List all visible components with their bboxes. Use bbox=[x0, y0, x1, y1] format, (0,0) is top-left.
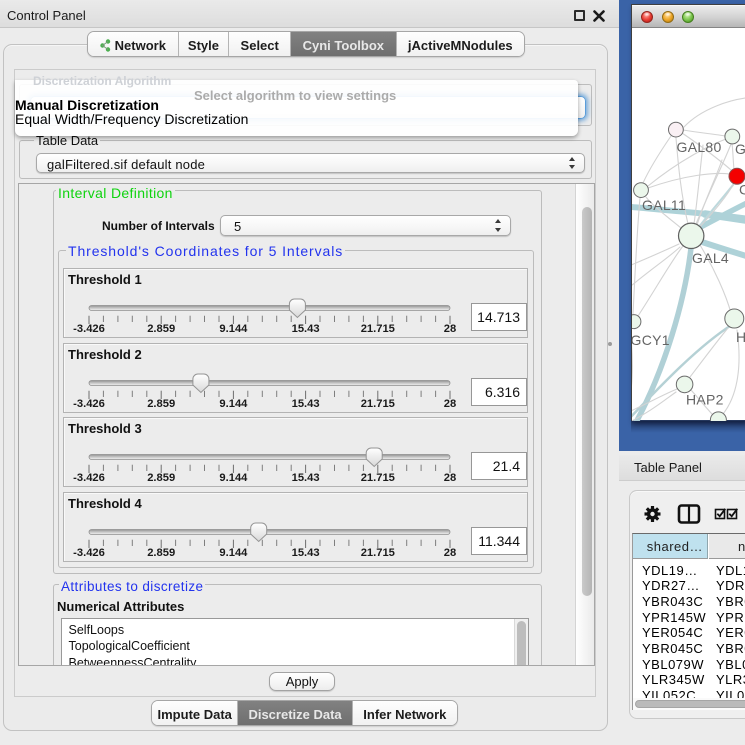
svg-text:28: 28 bbox=[444, 397, 456, 409]
svg-text:28: 28 bbox=[444, 472, 456, 484]
svg-text:-3.426: -3.426 bbox=[73, 472, 105, 484]
svg-text:2.859: 2.859 bbox=[147, 547, 175, 559]
svg-text:-3.426: -3.426 bbox=[73, 397, 105, 409]
svg-text:GA: GA bbox=[735, 141, 745, 157]
svg-text:GAL11: GAL11 bbox=[642, 197, 686, 213]
svg-text:21.715: 21.715 bbox=[361, 547, 395, 559]
svg-text:2.859: 2.859 bbox=[147, 397, 175, 409]
svg-text:21.715: 21.715 bbox=[361, 472, 395, 484]
svg-text:21.715: 21.715 bbox=[361, 322, 395, 334]
svg-text:15.43: 15.43 bbox=[292, 322, 320, 334]
svg-text:HAP2: HAP2 bbox=[686, 392, 724, 408]
svg-text:15.43: 15.43 bbox=[292, 472, 320, 484]
svg-text:28: 28 bbox=[444, 547, 456, 559]
svg-text:GAL4: GAL4 bbox=[692, 250, 729, 266]
svg-text:C: C bbox=[739, 182, 745, 198]
svg-text:H: H bbox=[736, 329, 745, 345]
svg-text:15.43: 15.43 bbox=[292, 547, 320, 559]
svg-text:GAL80: GAL80 bbox=[677, 139, 722, 155]
svg-text:9.144: 9.144 bbox=[219, 547, 248, 559]
svg-text:-3.426: -3.426 bbox=[73, 322, 105, 334]
svg-text:9.144: 9.144 bbox=[219, 322, 248, 334]
svg-text:GCY1: GCY1 bbox=[632, 332, 670, 348]
svg-text:2.859: 2.859 bbox=[147, 322, 175, 334]
svg-text:15.43: 15.43 bbox=[292, 397, 320, 409]
svg-text:9.144: 9.144 bbox=[219, 397, 248, 409]
svg-text:-3.426: -3.426 bbox=[73, 547, 105, 559]
svg-text:9.144: 9.144 bbox=[219, 472, 248, 484]
svg-text:28: 28 bbox=[444, 322, 456, 334]
svg-text:2.859: 2.859 bbox=[147, 472, 175, 484]
svg-text:21.715: 21.715 bbox=[361, 397, 395, 409]
